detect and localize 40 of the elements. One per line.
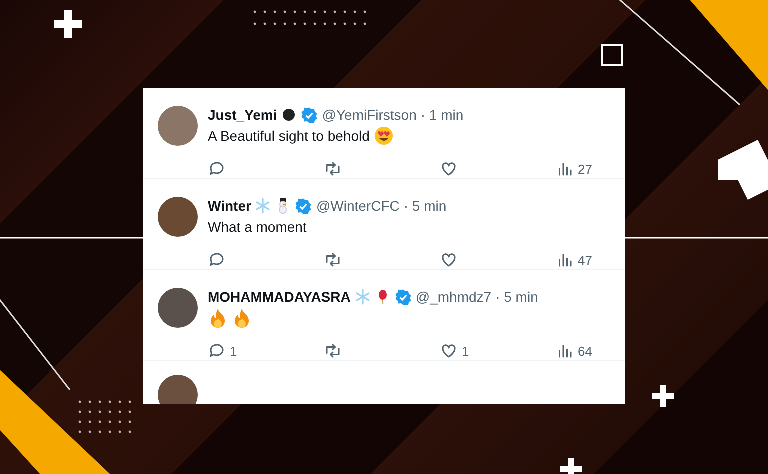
bar-chart-icon (556, 251, 574, 269)
bar-chart-icon (556, 342, 574, 360)
avatar[interactable] (158, 106, 198, 146)
tweet-text: What a moment (208, 218, 307, 237)
user-handle[interactable]: @_mhmdz7 (416, 288, 492, 306)
avatar[interactable] (158, 197, 198, 237)
like-button[interactable]: 1 (440, 342, 556, 360)
display-name[interactable]: MOHAMMADAYASRA (208, 288, 351, 306)
snowflake-icon (354, 289, 371, 305)
tweet-text: A Beautiful sight to behold (208, 127, 370, 146)
heart-icon (440, 160, 458, 178)
post-time: · 5 min (404, 197, 447, 215)
reply-icon (208, 342, 226, 360)
bar-chart-icon (556, 160, 574, 178)
dot-grid-drawing (78, 400, 132, 434)
reply-icon (208, 160, 226, 178)
display-name[interactable]: Winter (208, 197, 252, 215)
heart-icon (440, 251, 458, 269)
reply-button[interactable]: 1 (208, 342, 324, 360)
avatar[interactable] (158, 288, 198, 328)
heart-icon (440, 342, 458, 360)
repost-icon (324, 342, 342, 360)
fire-icon (232, 308, 252, 328)
user-handle[interactable]: @WinterCFC (316, 197, 400, 215)
post-time: · 5 min (496, 288, 538, 306)
avatar[interactable] (158, 375, 198, 404)
repost-icon (324, 251, 342, 269)
square-outline-icon (601, 44, 623, 66)
views-button[interactable]: 64 (556, 342, 625, 360)
heart-eyes-emoji-icon (374, 126, 394, 146)
post-time: · 1 min (420, 106, 464, 124)
user-handle[interactable]: @YemiFirstson (322, 106, 417, 124)
fire-icon (208, 308, 228, 328)
snowflake-icon (255, 198, 272, 214)
display-name[interactable]: Just_Yemi (208, 106, 278, 124)
reply-icon (208, 251, 226, 269)
views-button[interactable]: 27 (556, 160, 625, 178)
views-button[interactable]: 47 (556, 251, 625, 269)
circle-emoji-icon (281, 107, 298, 123)
repost-icon (324, 160, 342, 178)
